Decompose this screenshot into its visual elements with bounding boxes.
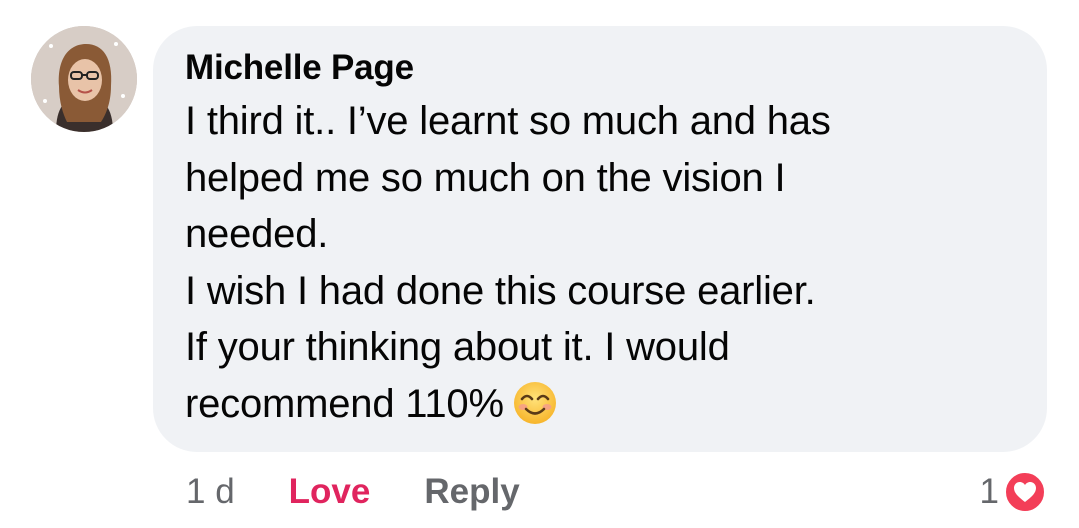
comment-line: recommend 110% xyxy=(185,381,504,426)
comment-line: needed. xyxy=(185,212,329,256)
avatar[interactable] xyxy=(31,26,137,132)
comment-line: If your thinking about it. I would xyxy=(185,325,730,369)
comment-line: helped me so much on the vision I xyxy=(185,155,786,200)
reaction-count: 1 xyxy=(979,472,999,511)
reply-button[interactable]: Reply xyxy=(424,468,519,516)
comment-line: I wish I had done this course earlier. xyxy=(185,268,816,313)
comment-author[interactable]: Michelle Page xyxy=(185,46,1017,90)
avatar-photo xyxy=(31,26,137,132)
love-reaction-button[interactable]: Love xyxy=(289,468,371,516)
comment-timestamp[interactable]: 1 d xyxy=(186,468,235,516)
love-heart-icon xyxy=(1003,470,1047,514)
comment-last-line: recommend 110% xyxy=(185,376,1017,442)
comment-actions: 1 d Love Reply xyxy=(186,468,520,516)
reaction-summary[interactable]: 1 xyxy=(980,468,1047,516)
comment: Michelle Page I third it.. I’ve learnt s… xyxy=(0,0,1079,528)
comment-line: I third it.. I’ve learnt so much and has xyxy=(185,99,831,143)
comment-bubble: Michelle Page I third it.. I’ve learnt s… xyxy=(153,26,1047,452)
comment-text: I third it.. I’ve learnt so much and has… xyxy=(185,93,1017,441)
smiling-face-with-smiling-eyes-icon xyxy=(512,380,558,442)
